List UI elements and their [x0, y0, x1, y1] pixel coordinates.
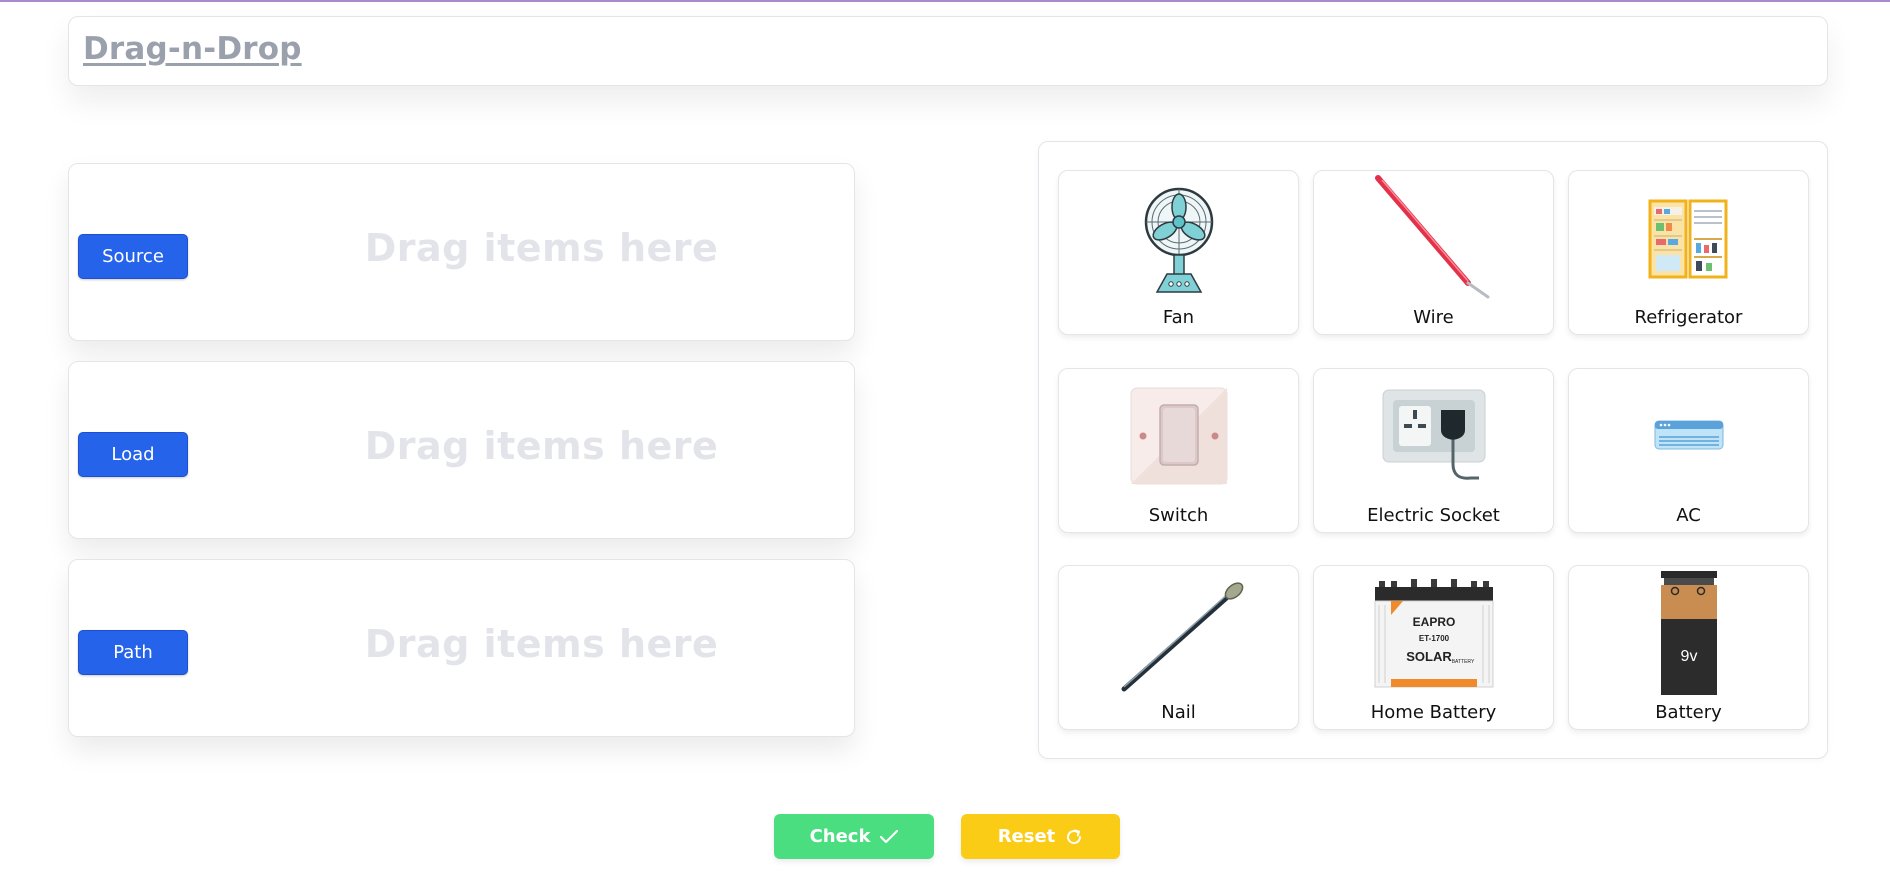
home-battery-icon: EAPRO ET-1700 SOLAR BATTERY — [1374, 578, 1493, 687]
zone-label-source: Source — [78, 234, 188, 279]
check-button[interactable]: Check — [774, 814, 934, 859]
item-card-wire[interactable]: Wire — [1313, 170, 1554, 335]
drop-zone-load[interactable]: Load Drag items here — [68, 361, 855, 539]
nail-icon — [1121, 581, 1243, 691]
item-card-fan[interactable]: Fan — [1058, 170, 1299, 335]
item-label: Wire — [1413, 307, 1454, 328]
fan-icon — [1144, 187, 1213, 293]
item-label: Home Battery — [1370, 702, 1497, 723]
item-card-home-battery[interactable]: EAPRO ET-1700 SOLAR BATTERY Home Battery — [1313, 565, 1554, 730]
zone-label-load: Load — [78, 432, 188, 477]
item-label: AC — [1676, 505, 1701, 526]
reset-button-label: Reset — [997, 826, 1056, 847]
item-card-electric-socket[interactable]: Electric Socket — [1313, 368, 1554, 533]
ac-icon — [1654, 420, 1723, 449]
item-label: Battery — [1655, 702, 1722, 723]
reset-button[interactable]: Reset — [961, 814, 1120, 859]
drop-zone-source[interactable]: Source Drag items here — [68, 163, 855, 341]
item-card-battery[interactable]: 9v Battery — [1568, 565, 1809, 730]
battery-voltage-text: 9v — [1680, 648, 1697, 665]
wire-icon — [1374, 175, 1489, 299]
zone-placeholder: Drag items here — [364, 226, 719, 270]
item-label: Fan — [1162, 307, 1195, 328]
home-battery-brand-text: EAPRO — [1412, 615, 1455, 629]
zone-placeholder: Drag items here — [364, 622, 719, 666]
socket-icon — [1382, 389, 1485, 480]
battery-icon: 9v — [1660, 570, 1717, 695]
item-card-switch[interactable]: Switch — [1058, 368, 1299, 533]
top-accent-line — [0, 0, 1890, 2]
item-label: Switch — [1148, 505, 1209, 526]
refrigerator-icon — [1648, 199, 1727, 278]
home-battery-solar-text: SOLAR — [1406, 649, 1452, 664]
zone-label-path: Path — [78, 630, 188, 675]
item-card-nail[interactable]: Nail — [1058, 565, 1299, 730]
page-title-link[interactable]: Drag-n-Drop — [83, 31, 302, 67]
drop-zone-path[interactable]: Path Drag items here — [68, 559, 855, 737]
item-label: Nail — [1161, 702, 1196, 723]
item-label: Refrigerator — [1634, 307, 1743, 328]
checkmark-icon — [880, 829, 899, 843]
switch-icon — [1130, 387, 1227, 484]
refresh-icon — [1067, 829, 1082, 844]
check-button-label: Check — [809, 826, 871, 847]
home-battery-model-text: ET-1700 — [1418, 634, 1449, 643]
header-bar: Drag-n-Drop — [68, 16, 1828, 86]
item-card-refrigerator[interactable]: Refrigerator — [1568, 170, 1809, 335]
zone-placeholder: Drag items here — [364, 424, 719, 468]
item-label: Electric Socket — [1367, 505, 1500, 526]
home-battery-subtitle-text: BATTERY — [1451, 659, 1474, 665]
item-card-ac[interactable]: AC — [1568, 368, 1809, 533]
item-bank: Fan Wire Refrigerator Switch Electric So… — [1038, 141, 1828, 759]
